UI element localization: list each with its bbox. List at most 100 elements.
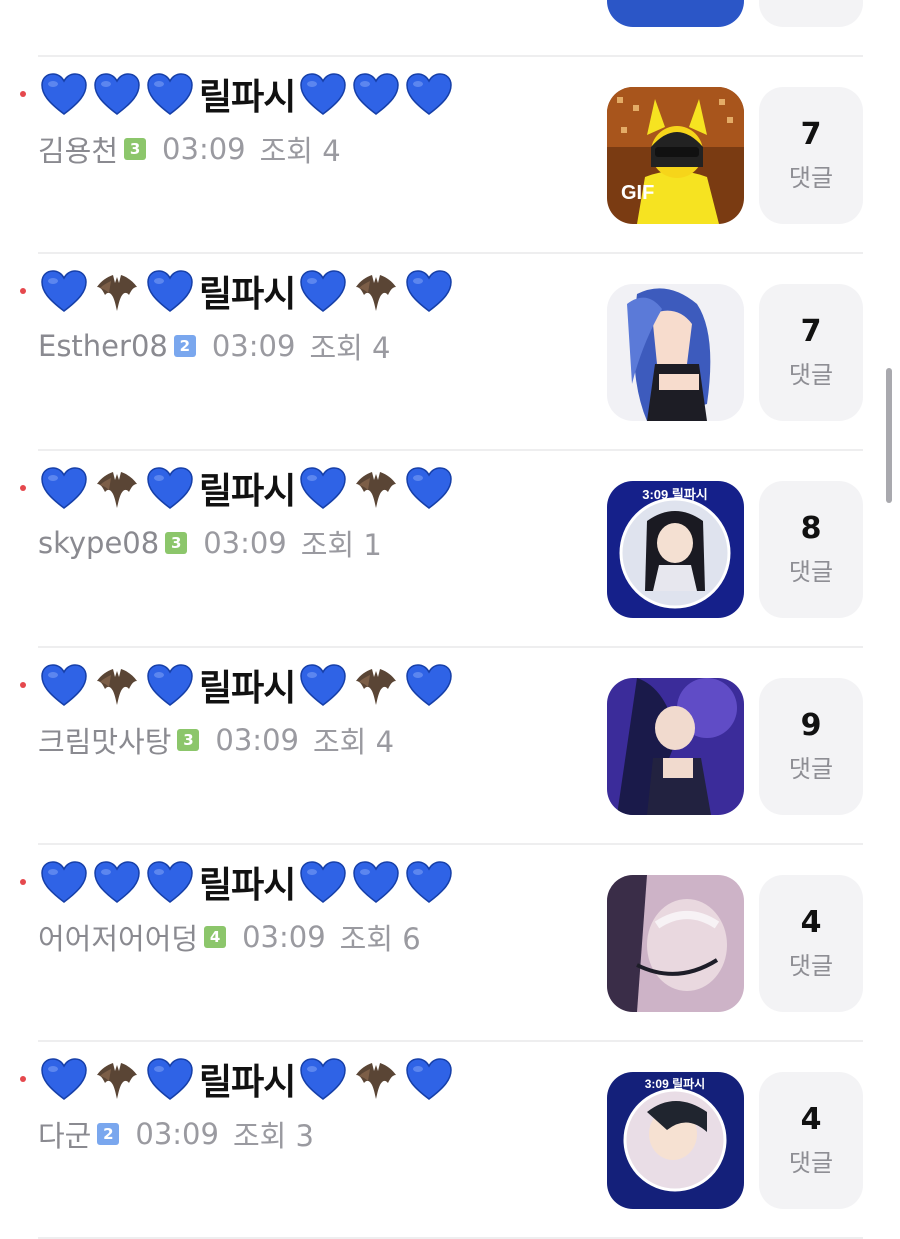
post-thumbnail[interactable]: 3:09 릴파시 (607, 1072, 744, 1209)
post-thumbnail[interactable] (607, 875, 744, 1012)
author-name[interactable]: 크림맛사탕 (38, 719, 171, 761)
blue-heart-emoji (91, 858, 143, 906)
post-time: 03:09 (215, 723, 299, 757)
post-meta: Esther08 2 03:09 조회 4 (38, 328, 391, 365)
blue-heart-emoji (297, 267, 349, 315)
blue-heart-emoji (38, 661, 90, 709)
level-badge: 2 (173, 335, 196, 357)
comment-count-box[interactable]: 7 댓글 (759, 87, 863, 224)
bat-emoji (91, 464, 143, 512)
scrollbar[interactable] (886, 368, 892, 503)
comment-label: 댓글 (788, 361, 834, 389)
blue-heart-emoji (297, 661, 349, 709)
blue-heart-emoji (91, 70, 143, 118)
author-name[interactable]: 김용천 (38, 128, 118, 170)
new-post-dot (20, 485, 26, 491)
comment-count: 7 (800, 117, 822, 152)
blue-heart-emoji (144, 661, 196, 709)
blue-heart-emoji (403, 70, 455, 118)
thumbnail-caption: 3:09 릴파시 (645, 1076, 705, 1091)
level-badge: 4 (204, 926, 227, 948)
view-count: 조회 4 (309, 331, 391, 365)
post-time: 03:09 (162, 132, 246, 166)
comment-count: 8 (800, 511, 822, 546)
post-time: 03:09 (242, 920, 326, 954)
level-badge: 3 (177, 729, 200, 751)
post-time: 03:09 (211, 329, 296, 363)
new-post-dot (20, 91, 26, 97)
view-count: 조회 1 (300, 528, 382, 562)
blue-heart-emoji (297, 464, 349, 512)
post-meta: 크림맛사탕 3 03:09 조회 4 (38, 719, 394, 761)
blue-heart-emoji (350, 858, 402, 906)
comment-count-box[interactable]: 4 댓글 (759, 1072, 863, 1209)
post-item[interactable]: 릴파시 Esther08 2 03:09 조회 4 7 댓글 (0, 254, 900, 451)
post-title-text: 릴파시 (199, 274, 296, 315)
comment-label: 댓글 (788, 1149, 834, 1177)
view-count: 조회 6 (339, 922, 421, 956)
blue-heart-emoji (38, 464, 90, 512)
blue-heart-emoji (38, 1055, 90, 1103)
bat-emoji (350, 1055, 402, 1103)
post-thumbnail[interactable]: GIF (607, 87, 744, 224)
post-meta: 김용천 3 03:09 조회 4 (38, 128, 341, 170)
bat-emoji (350, 661, 402, 709)
post-title[interactable]: 릴파시 (38, 262, 456, 320)
post-thumbnail[interactable] (607, 678, 744, 815)
blue-heart-emoji (38, 858, 90, 906)
post-item[interactable]: 릴파시 skype08 3 03:09 조회 1 3:09 릴파시 8 댓글 (0, 451, 900, 648)
bat-emoji (91, 267, 143, 315)
comment-label: 댓글 (788, 952, 834, 980)
post-item[interactable]: 릴파시 다군 2 03:09 조회 3 3:09 릴파시 4 댓글 (0, 1042, 900, 1239)
blue-heart-emoji (144, 858, 196, 906)
bat-emoji (91, 1055, 143, 1103)
post-title[interactable]: 릴파시 (38, 853, 456, 911)
previous-post[interactable] (0, 0, 900, 57)
blue-heart-emoji (403, 267, 455, 315)
level-badge: 3 (165, 532, 188, 554)
blue-heart-emoji (403, 858, 455, 906)
post-item[interactable]: 릴파시 크림맛사탕 3 03:09 조회 4 9 댓글 (0, 648, 900, 845)
post-title[interactable]: 릴파시 (38, 656, 456, 714)
post-title-text: 릴파시 (199, 77, 296, 118)
post-time: 03:09 (203, 526, 287, 560)
blue-heart-emoji (297, 1055, 349, 1103)
comment-label: 댓글 (788, 558, 834, 586)
view-count: 조회 4 (259, 134, 341, 168)
blue-heart-emoji (144, 464, 196, 512)
thumbnail-caption: 3:09 릴파시 (642, 487, 708, 502)
blue-heart-emoji (403, 661, 455, 709)
post-item[interactable]: 릴파시 어어저어어덩 4 03:09 조회 6 4 댓글 (0, 845, 900, 1042)
post-thumbnail[interactable] (607, 284, 744, 421)
author-name[interactable]: 다군 (38, 1113, 91, 1155)
comment-count-box[interactable]: 9 댓글 (759, 678, 863, 815)
blue-heart-emoji (403, 464, 455, 512)
comment-label: 댓글 (788, 755, 834, 783)
blue-heart-emoji (38, 70, 90, 118)
bat-emoji (350, 267, 402, 315)
author-name[interactable]: skype08 (38, 526, 159, 560)
comment-count-box[interactable]: 7 댓글 (759, 284, 863, 421)
post-title[interactable]: 릴파시 (38, 459, 456, 517)
post-title[interactable]: 릴파시 (38, 1050, 456, 1108)
blue-heart-emoji (297, 858, 349, 906)
view-count: 조회 3 (232, 1119, 314, 1153)
post-item[interactable]: 릴파시김용천 3 03:09 조회 4 GIF 7 댓글 (0, 57, 900, 254)
post-meta: 어어저어어덩 4 03:09 조회 6 (38, 916, 421, 958)
comment-count-box[interactable]: 4 댓글 (759, 875, 863, 1012)
comment-count-box[interactable]: 8 댓글 (759, 481, 863, 618)
post-title-text: 릴파시 (199, 668, 296, 709)
post-thumbnail[interactable]: 3:09 릴파시 (607, 481, 744, 618)
post-title[interactable]: 릴파시 (38, 65, 456, 123)
blue-heart-emoji (38, 267, 90, 315)
level-badge: 2 (97, 1123, 120, 1145)
comment-count: 4 (800, 1102, 822, 1137)
blue-heart-emoji (350, 70, 402, 118)
author-name[interactable]: Esther08 (38, 329, 168, 363)
level-badge: 3 (124, 138, 147, 160)
gif-badge: GIF (621, 182, 654, 204)
author-name[interactable]: 어어저어어덩 (38, 916, 198, 958)
blue-heart-emoji (144, 70, 196, 118)
blue-heart-emoji (144, 267, 196, 315)
blue-heart-emoji (144, 1055, 196, 1103)
